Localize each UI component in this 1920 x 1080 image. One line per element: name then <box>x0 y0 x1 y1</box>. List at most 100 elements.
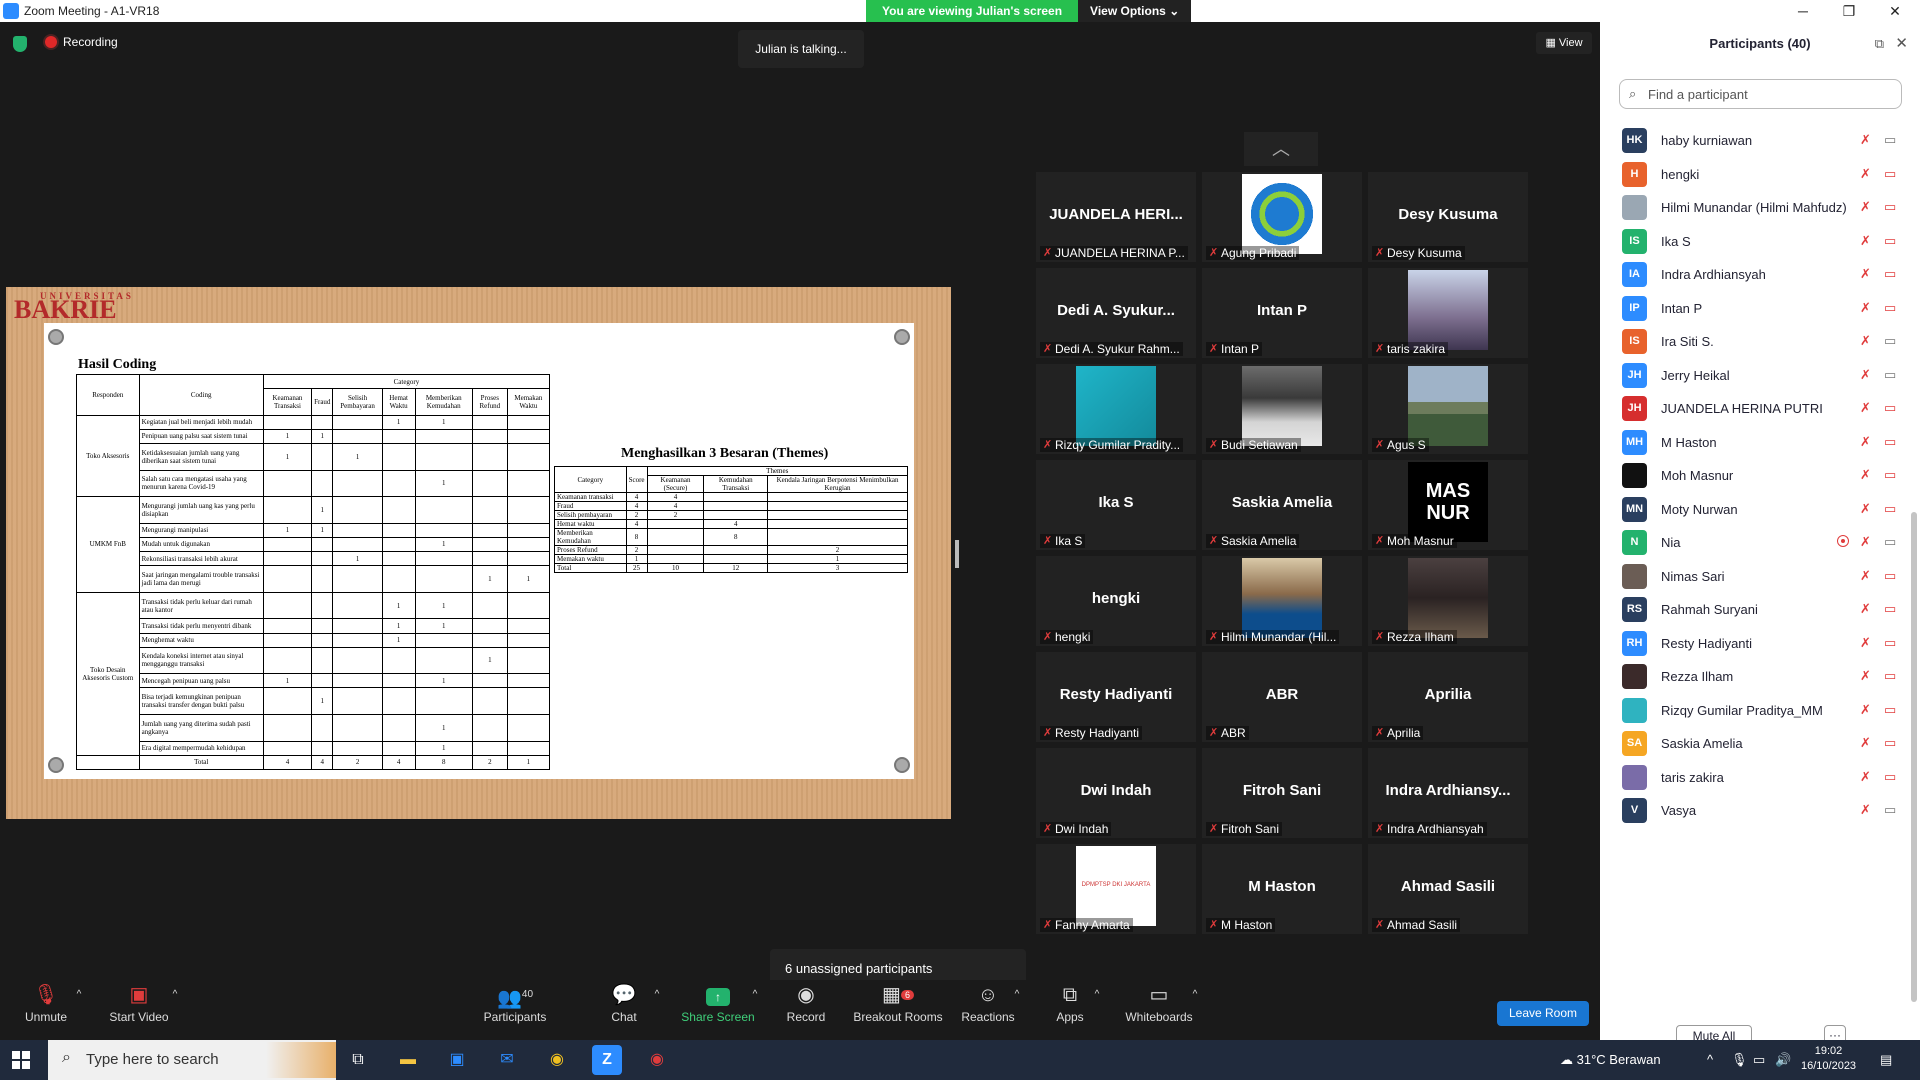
mic-muted-icon[interactable]: ✗ <box>1860 132 1871 148</box>
video-off-icon[interactable]: ▭ <box>1884 400 1896 416</box>
mic-muted-icon[interactable]: ✗ <box>1860 534 1871 550</box>
video-off-icon[interactable]: ▭ <box>1884 467 1896 483</box>
video-tile[interactable]: ✗ Agung Pribadi <box>1202 172 1362 262</box>
close-icon[interactable]: ✕ <box>1895 34 1908 52</box>
video-off-icon[interactable]: ▭ <box>1884 434 1896 450</box>
video-off-icon[interactable]: ▭ <box>1884 735 1896 751</box>
mic-muted-icon[interactable]: ✗ <box>1860 467 1871 483</box>
mic-muted-icon[interactable]: ✗ <box>1860 601 1871 617</box>
task-view-icon[interactable]: ⧉ <box>343 1045 373 1075</box>
tray-chevron-icon[interactable]: ^ <box>1707 1052 1713 1067</box>
video-tile[interactable]: ✗ Budi Setiawan <box>1202 364 1362 454</box>
recording-indicator[interactable]: Recording <box>45 35 118 49</box>
weather-widget[interactable]: ☁ 31°C Berawan <box>1560 1052 1661 1068</box>
mic-muted-icon[interactable]: ✗ <box>1860 568 1871 584</box>
shared-screen[interactable]: UNIVERSITAS BAKRIE Hasil Coding Responden… <box>6 287 951 819</box>
video-tile[interactable]: Intan P ✗ Intan P <box>1202 268 1362 358</box>
video-tile[interactable]: Ika S ✗ Ika S <box>1036 460 1196 550</box>
participant-search-input[interactable]: ⌕ Find a participant <box>1619 79 1902 109</box>
video-tile[interactable]: Resty Hadiyanti ✗ Resty Hadiyanti <box>1036 652 1196 742</box>
windows-start-icon[interactable] <box>12 1051 30 1069</box>
chrome-icon[interactable]: ◉ <box>542 1045 572 1075</box>
zoom-taskbar-icon[interactable]: Z <box>592 1045 622 1075</box>
video-tile[interactable]: Ahmad Sasili ✗ Ahmad Sasili <box>1368 844 1528 934</box>
video-off-icon[interactable]: ▭ <box>1884 266 1896 282</box>
chat-button[interactable]: 💬 Chat <box>604 980 644 1040</box>
file-explorer-icon[interactable]: ▬ <box>393 1045 423 1075</box>
video-tile[interactable]: Dedi A. Syukur... ✗ Dedi A. Syukur Rahm... <box>1036 268 1196 358</box>
video-off-icon[interactable]: ▭ <box>1884 333 1896 349</box>
reactions-button[interactable]: ☺ Reactions <box>960 980 1016 1040</box>
video-tile[interactable]: DPMPTSP DKI JAKARTA ✗ Fanny Amarta <box>1036 844 1196 934</box>
video-tile[interactable]: ✗ Rizqy Gumilar Pradity... <box>1036 364 1196 454</box>
video-tile[interactable]: Saskia Amelia ✗ Saskia Amelia <box>1202 460 1362 550</box>
video-off-icon[interactable]: ▭ <box>1884 769 1896 785</box>
video-off-icon[interactable]: ▭ <box>1884 534 1896 550</box>
whiteboards-button[interactable]: ▭ Whiteboards <box>1124 980 1194 1040</box>
shield-icon[interactable] <box>13 36 27 52</box>
mic-muted-icon[interactable]: ✗ <box>1860 266 1871 282</box>
mic-muted-icon[interactable]: ✗ <box>1860 501 1871 517</box>
scroll-up-button[interactable]: ︿ <box>1244 132 1318 166</box>
breakout-rooms-button[interactable]: ▦ 6 Breakout Rooms <box>852 980 944 1040</box>
splitter-handle[interactable] <box>955 540 959 568</box>
microphone-tray-icon[interactable]: 🎙 <box>1731 1052 1748 1068</box>
video-off-icon[interactable]: ▭ <box>1884 668 1896 684</box>
video-off-icon[interactable]: ▭ <box>1884 166 1896 182</box>
video-off-icon[interactable]: ▭ <box>1884 300 1896 316</box>
video-tile[interactable]: Indra Ardhiansy... ✗ Indra Ardhiansyah <box>1368 748 1528 838</box>
record-button[interactable]: ◉ Record <box>784 980 828 1040</box>
store-icon[interactable]: ▣ <box>442 1045 472 1075</box>
video-tile[interactable]: MAS NUR ✗ Moh Masnur <box>1368 460 1528 550</box>
video-tile[interactable]: M Haston ✗ M Haston <box>1202 844 1362 934</box>
video-tile[interactable]: Desy Kusuma ✗ Desy Kusuma <box>1368 172 1528 262</box>
mail-icon[interactable]: ✉ <box>492 1045 522 1075</box>
participant-row[interactable]: V Vasya ✗ ▭ <box>1600 790 1908 831</box>
view-button[interactable]: ▦ View <box>1536 32 1592 54</box>
video-tile[interactable]: ✗ taris zakira <box>1368 268 1528 358</box>
volume-icon[interactable]: 🔊 <box>1775 1052 1791 1068</box>
chat-options-button[interactable]: ^ <box>650 980 664 1040</box>
participant-list-scrollbar[interactable] <box>1911 512 1917 1002</box>
video-off-icon[interactable]: ▭ <box>1884 635 1896 651</box>
mic-muted-icon[interactable]: ✗ <box>1860 668 1871 684</box>
video-off-icon[interactable]: ▭ <box>1884 702 1896 718</box>
popout-icon[interactable]: ⧉ <box>1875 36 1884 52</box>
mic-muted-icon[interactable]: ✗ <box>1860 702 1871 718</box>
mic-muted-icon[interactable]: ✗ <box>1860 802 1871 818</box>
close-window-button[interactable]: ✕ <box>1872 0 1918 22</box>
mic-muted-icon[interactable]: ✗ <box>1860 434 1871 450</box>
video-off-icon[interactable]: ▭ <box>1884 501 1896 517</box>
start-video-button[interactable]: ▣ Start Video <box>104 980 174 1040</box>
unmute-button[interactable]: 🎙 Unmute <box>20 980 72 1040</box>
mic-muted-icon[interactable]: ✗ <box>1860 199 1871 215</box>
taskbar-search-box[interactable]: ⌕ Type here to search <box>48 1040 336 1080</box>
network-icon[interactable]: ▭ <box>1753 1052 1765 1068</box>
reactions-options-button[interactable]: ^ <box>1010 980 1024 1040</box>
video-tile[interactable]: ABR ✗ ABR <box>1202 652 1362 742</box>
mic-muted-icon[interactable]: ✗ <box>1860 367 1871 383</box>
chrome-profile-icon[interactable]: ◉ <box>642 1045 672 1075</box>
video-tile[interactable]: Dwi Indah ✗ Dwi Indah <box>1036 748 1196 838</box>
whiteboards-options-button[interactable]: ^ <box>1188 980 1202 1040</box>
mic-muted-icon[interactable]: ✗ <box>1860 300 1871 316</box>
minimize-button[interactable]: ─ <box>1780 0 1826 22</box>
video-tile[interactable]: hengki ✗ hengki <box>1036 556 1196 646</box>
video-off-icon[interactable]: ▭ <box>1884 802 1896 818</box>
mic-muted-icon[interactable]: ✗ <box>1860 233 1871 249</box>
video-off-icon[interactable]: ▭ <box>1884 367 1896 383</box>
video-off-icon[interactable]: ▭ <box>1884 568 1896 584</box>
apps-button[interactable]: ⧉ Apps <box>1052 980 1088 1040</box>
video-off-icon[interactable]: ▭ <box>1884 199 1896 215</box>
leave-room-button[interactable]: Leave Room <box>1497 1001 1589 1026</box>
notification-icon[interactable]: ▤ <box>1880 1052 1892 1068</box>
apps-options-button[interactable]: ^ <box>1090 980 1104 1040</box>
share-screen-button[interactable]: ↑ Share Screen <box>680 980 756 1040</box>
mic-muted-icon[interactable]: ✗ <box>1860 166 1871 182</box>
maximize-button[interactable]: ❐ <box>1826 0 1872 22</box>
participants-button[interactable]: 👥40 Participants <box>480 980 550 1040</box>
video-options-button[interactable]: ^ <box>168 980 182 1040</box>
mic-muted-icon[interactable]: ✗ <box>1860 769 1871 785</box>
mic-muted-icon[interactable]: ✗ <box>1860 400 1871 416</box>
video-tile[interactable]: JUANDELA HERI... ✗ JUANDELA HERINA P... <box>1036 172 1196 262</box>
